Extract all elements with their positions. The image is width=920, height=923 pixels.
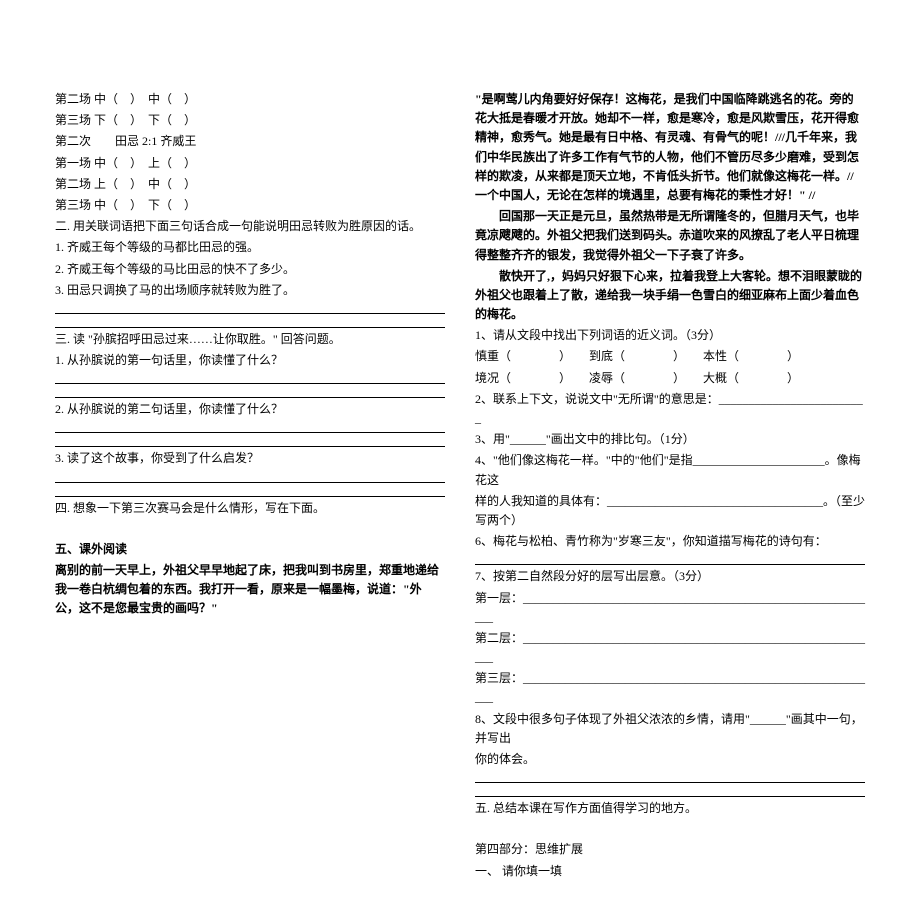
passage-p2: 回国那一天正是元旦，虽然热带是无所谓隆冬的，但腊月天气，也毕竟凉飕飕的。外祖父把… [475, 207, 865, 265]
answer-line [55, 386, 445, 400]
rq2: 2、联系上下文，说说文中"无所谓"的意思是：__________________… [475, 390, 865, 428]
rq7-l1: 第一层：____________________________________… [475, 589, 865, 627]
line: 第三场 下（ ） 下（ ） [55, 111, 445, 130]
answer-line [55, 485, 445, 499]
rq7-title: 7、按第二自然段分好的层写出层意。（3分） [475, 567, 865, 586]
page-root: 第二场 中（ ） 中（ ） 第三场 下（ ） 下（ ） 第二次 田忌 2:1 齐… [0, 0, 920, 923]
answer-line [55, 435, 445, 449]
answer-line [55, 471, 445, 485]
section5-title: 五、课外阅读 [55, 540, 445, 559]
sec5b: 五. 总结本课在写作方面值得学习的地方。 [475, 799, 865, 818]
answer-line [55, 316, 445, 330]
answer-line [55, 372, 445, 386]
line: 第二场 上（ ） 中（ ） [55, 175, 445, 194]
section4-title: 四. 想象一下第三次赛马会是什么情形，写在下面。 [55, 499, 445, 518]
section3-title: 三. 读 "孙膑招呼田忌过来……让你取胜。" 回答问题。 [55, 330, 445, 349]
rq7-l2: 第二层：____________________________________… [475, 629, 865, 667]
rq8b: 你的体会。 [475, 750, 865, 769]
rq3: 3、用"______"画出文中的排比句。（1分） [475, 430, 865, 449]
right-column: "是啊莺儿内角要好好保存！这梅花，是我们中国临降跳逃名的花。旁的花大抵是春暖才开… [475, 90, 865, 883]
q3: 3. 读了这个故事，你受到了什么启发？ [55, 449, 445, 468]
answer-line [475, 553, 865, 567]
section2-item: 1. 齐威王每个等级的马都比田忌的强。 [55, 238, 445, 257]
section2-title: 二. 用关联词语把下面三句话合成一句能说明田忌转败为胜原因的话。 [55, 217, 445, 236]
spacer [475, 820, 865, 840]
answer-line [475, 785, 865, 799]
answer-line [475, 771, 865, 785]
rq1-title: 1、请从文段中找出下列词语的近义词。（3分） [475, 326, 865, 345]
answer-line [55, 421, 445, 435]
spacer [55, 520, 445, 540]
line: 第一场 中（ ） 上（ ） [55, 154, 445, 173]
section2-item: 3. 田忌只调换了马的出场顺序就转败为胜了。 [55, 281, 445, 300]
passage-p1: "是啊莺儿内角要好好保存！这梅花，是我们中国临降跳逃名的花。旁的花大抵是春暖才开… [475, 90, 865, 205]
line: 第二场 中（ ） 中（ ） [55, 90, 445, 109]
part4-item: 一、 请你填一填 [475, 862, 865, 881]
rq4b: 样的人我知道的具体有：_____________________________… [475, 492, 865, 530]
q1: 1. 从孙膑说的第一句话里，你读懂了什么？ [55, 351, 445, 370]
part4-title: 第四部分：思维扩展 [475, 840, 865, 859]
section2-item: 2. 齐威王每个等级的马比田忌的快不了多少。 [55, 260, 445, 279]
left-column: 第二场 中（ ） 中（ ） 第三场 下（ ） 下（ ） 第二次 田忌 2:1 齐… [55, 90, 445, 883]
rq6: 6、梅花与松柏、青竹称为"岁寒三友"，你知道描写梅花的诗句有： [475, 532, 865, 551]
rq4a: 4、"他们像这梅花一样。"中的"他们"是指___________________… [475, 451, 865, 489]
rq8a: 8、文段中很多句子体现了外祖父浓浓的乡情，请用"______"画其中一句，并写出 [475, 710, 865, 748]
q2: 2. 从孙膑说的第二句话里，你读懂了什么？ [55, 400, 445, 419]
rq7-l3: 第三层：____________________________________… [475, 669, 865, 707]
line: 第三场 中（ ） 下（ ） [55, 196, 445, 215]
answer-line [55, 302, 445, 316]
rq1-row: 境况（ ） 凌辱（ ） 大概（ ） [475, 369, 865, 388]
passage-text: 离别的前一天早上，外祖父早早地起了床，把我叫到书房里，郑重地递给我一卷白杭绸包着… [55, 561, 445, 619]
rq1-row: 慎重（ ） 到底（ ） 本性（ ） [475, 347, 865, 366]
passage-p3: 散快开了,，妈妈只好狠下心来，拉着我登上大客轮。想不泪眼蒙眬的外祖父也跟着上了散… [475, 267, 865, 325]
line: 第二次 田忌 2:1 齐威王 [55, 132, 445, 151]
